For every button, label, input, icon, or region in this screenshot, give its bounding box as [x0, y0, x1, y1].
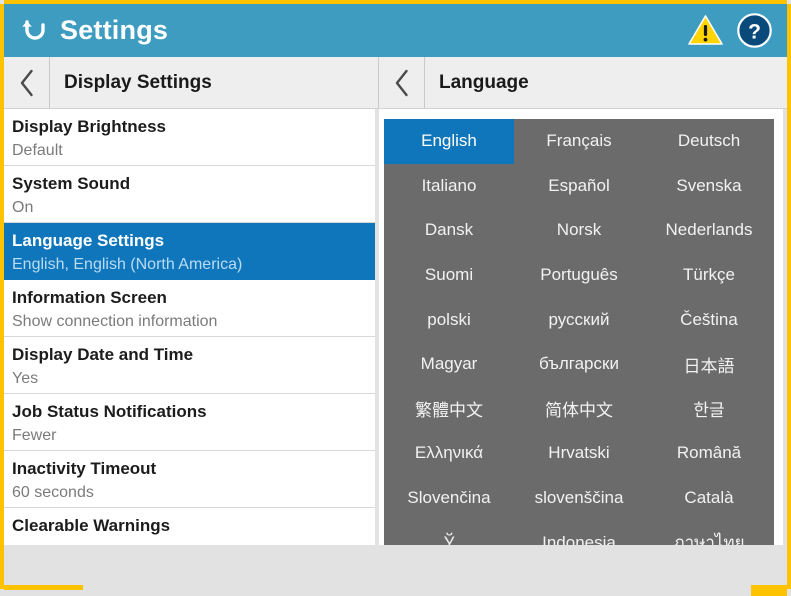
language-cell[interactable]: Slovenčina: [384, 476, 514, 521]
focus-frame-right: [787, 4, 791, 589]
settings-row[interactable]: Clearable Warnings: [4, 508, 375, 545]
left-pane-title: Display Settings: [50, 72, 212, 94]
settings-row-title: Display Brightness: [12, 115, 365, 139]
header-icon-group: ?: [687, 12, 773, 49]
language-cell[interactable]: Español: [514, 164, 644, 209]
language-cell[interactable]: Nederlands: [644, 208, 774, 253]
settings-row-title: Language Settings: [12, 229, 365, 253]
language-cell[interactable]: български: [514, 342, 644, 387]
language-cell[interactable]: Hrvatski: [514, 431, 644, 476]
language-cell[interactable]: Deutsch: [644, 119, 774, 164]
language-cell[interactable]: Ελληνικά: [384, 431, 514, 476]
language-cell[interactable]: Norsk: [514, 208, 644, 253]
right-pane-title: Language: [425, 72, 529, 94]
bottom-filler: [4, 545, 787, 585]
left-pane-header: Display Settings: [4, 57, 379, 109]
settings-row-value: 60 seconds: [12, 481, 365, 505]
svg-text:?: ?: [748, 21, 761, 44]
settings-row-title: System Sound: [12, 172, 365, 196]
language-cell[interactable]: polski: [384, 297, 514, 342]
language-cell[interactable]: ภาษาไทย: [644, 520, 774, 545]
language-cell[interactable]: Română: [644, 431, 774, 476]
settings-list[interactable]: Display BrightnessDefaultSystem SoundOnL…: [4, 109, 375, 545]
settings-row[interactable]: Display Date and TimeYes: [4, 337, 375, 394]
focus-frame-bottom-left: [4, 585, 83, 590]
help-question-icon[interactable]: ?: [736, 12, 773, 49]
settings-row-title: Display Date and Time: [12, 343, 365, 367]
settings-row-title: Information Screen: [12, 286, 365, 310]
language-cell[interactable]: 한글: [644, 387, 774, 432]
focus-frame-top: [4, 0, 787, 4]
language-cell[interactable]: Ў: [384, 520, 514, 545]
settings-row[interactable]: Information ScreenShow connection inform…: [4, 280, 375, 337]
language-cell[interactable]: Svenska: [644, 164, 774, 209]
language-cell[interactable]: 繁體中文: [384, 387, 514, 432]
language-panel: EnglishFrançaisDeutsch ItalianoEspañolSve…: [379, 109, 783, 545]
focus-frame-left: [0, 4, 4, 589]
settings-row-value: Yes: [12, 367, 365, 391]
language-grid[interactable]: EnglishFrançaisDeutsch ItalianoEspañolSve…: [384, 119, 774, 545]
settings-row-title: Clearable Warnings: [12, 514, 365, 538]
language-cell[interactable]: Suomi: [384, 253, 514, 298]
language-cell[interactable]: English: [384, 119, 514, 164]
settings-row[interactable]: System SoundOn: [4, 166, 375, 223]
language-cell[interactable]: slovenščina: [514, 476, 644, 521]
subheader-underline: [4, 108, 787, 109]
right-pane-back-button[interactable]: [379, 57, 425, 109]
breadcrumb-subheader: Display Settings Language: [4, 57, 787, 109]
language-cell[interactable]: 日本語: [644, 342, 774, 387]
settings-row[interactable]: Display BrightnessDefault: [4, 109, 375, 166]
language-cell[interactable]: русский: [514, 297, 644, 342]
settings-row[interactable]: Job Status NotificationsFewer: [4, 394, 375, 451]
language-cell[interactable]: Português: [514, 253, 644, 298]
language-cell[interactable]: 简体中文: [514, 387, 644, 432]
right-pane-header: Language: [379, 57, 787, 109]
back-arrow-icon[interactable]: [18, 13, 52, 47]
settings-row-title: Job Status Notifications: [12, 400, 365, 424]
app-header: Settings ?: [4, 4, 787, 57]
page-title: Settings: [60, 13, 168, 47]
language-cell[interactable]: Magyar: [384, 342, 514, 387]
settings-row[interactable]: Language SettingsEnglish, English (North…: [4, 223, 375, 280]
language-cell[interactable]: Türkçe: [644, 253, 774, 298]
settings-row-value: Show connection information: [12, 310, 365, 334]
left-pane-back-button[interactable]: [4, 57, 50, 109]
language-cell[interactable]: Italiano: [384, 164, 514, 209]
settings-row-value: English, English (North America): [12, 253, 365, 277]
language-cell[interactable]: Indonesia: [514, 520, 644, 545]
focus-frame-bottom-right: [751, 585, 787, 596]
settings-row-value: Default: [12, 139, 365, 163]
language-cell[interactable]: Čeština: [644, 297, 774, 342]
settings-row-value: On: [12, 196, 365, 220]
device-control-panel-screen: Settings ?: [0, 0, 791, 596]
settings-row[interactable]: Inactivity Timeout60 seconds: [4, 451, 375, 508]
language-cell[interactable]: Català: [644, 476, 774, 521]
language-cell[interactable]: Français: [514, 119, 644, 164]
language-cell[interactable]: Dansk: [384, 208, 514, 253]
warning-triangle-icon[interactable]: [687, 12, 724, 49]
settings-row-value: Fewer: [12, 424, 365, 448]
settings-row-title: Inactivity Timeout: [12, 457, 365, 481]
